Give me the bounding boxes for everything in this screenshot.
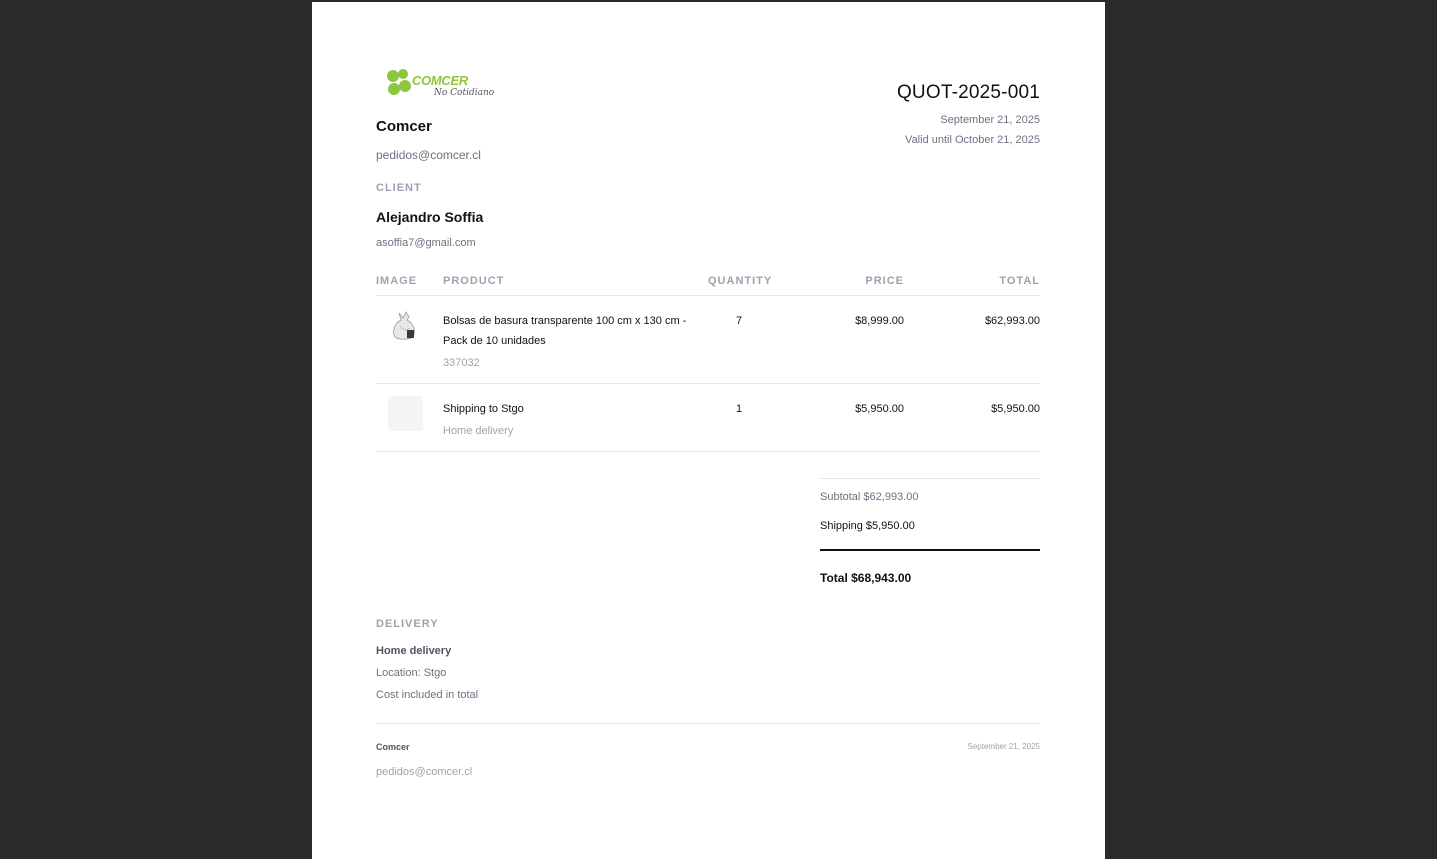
row-divider xyxy=(376,383,1040,384)
footer-email: pedidos@comcer.cl xyxy=(376,766,473,778)
footer-date: September 21, 2025 xyxy=(967,742,1041,751)
product-name: Bolsas de basura transparente 100 cm x 1… xyxy=(443,315,687,347)
footer-divider xyxy=(376,723,1040,724)
product-description: Home delivery xyxy=(443,425,514,437)
summary-total-divider xyxy=(820,549,1040,551)
quote-date: September 21, 2025 xyxy=(940,114,1040,126)
product-total: $62,993.00 xyxy=(984,315,1040,327)
client-name: Alejandro Soffia xyxy=(376,209,484,225)
quote-page: COMCER No Cotidiano Comcer pedidos@comce… xyxy=(312,2,1105,859)
company-logo: COMCER No Cotidiano xyxy=(386,68,496,104)
table-bottom-divider xyxy=(376,451,1040,452)
product-quantity: 7 xyxy=(735,315,743,327)
product-price: $5,950.00 xyxy=(855,403,904,415)
column-header-total: TOTAL xyxy=(999,275,1040,287)
placeholder-image xyxy=(388,396,423,431)
summary-shipping: Shipping $5,950.00 xyxy=(820,520,915,532)
product-total: $5,950.00 xyxy=(991,403,1040,415)
summary-total: Total $68,943.00 xyxy=(820,571,912,585)
product-quantity: 1 xyxy=(735,403,743,415)
product-price: $8,999.00 xyxy=(855,315,904,327)
column-header-image: IMAGE xyxy=(376,275,418,287)
delivery-location: Location: Stgo xyxy=(376,667,447,679)
summary-subtotal: Subtotal $62,993.00 xyxy=(820,491,919,503)
column-header-price: PRICE xyxy=(865,275,904,287)
delivery-cost-note: Cost included in total xyxy=(376,689,479,701)
product-sku: 337032 xyxy=(443,357,480,369)
logo-text: COMCER xyxy=(412,73,468,88)
delivery-label: DELIVERY xyxy=(376,618,439,630)
trash-bag-image xyxy=(393,311,415,340)
client-email: asoffia7@gmail.com xyxy=(376,237,476,249)
delivery-type: Home delivery xyxy=(376,645,452,657)
column-header-quantity: QUANTITY xyxy=(708,275,773,287)
quote-valid-until: Valid until October 21, 2025 xyxy=(905,134,1040,146)
column-header-product: PRODUCT xyxy=(443,275,505,287)
footer-company-name: Comcer xyxy=(376,742,410,752)
company-email: pedidos@comcer.cl xyxy=(376,148,481,162)
table-header-divider xyxy=(376,295,1040,296)
product-name: Shipping to Stgo xyxy=(443,403,524,415)
quote-number: QUOT-2025-001 xyxy=(896,82,1040,103)
logo-tagline: No Cotidiano xyxy=(434,88,495,98)
client-label: CLIENT xyxy=(376,182,422,194)
company-name: Comcer xyxy=(376,118,432,135)
summary-top-divider xyxy=(820,478,1040,479)
